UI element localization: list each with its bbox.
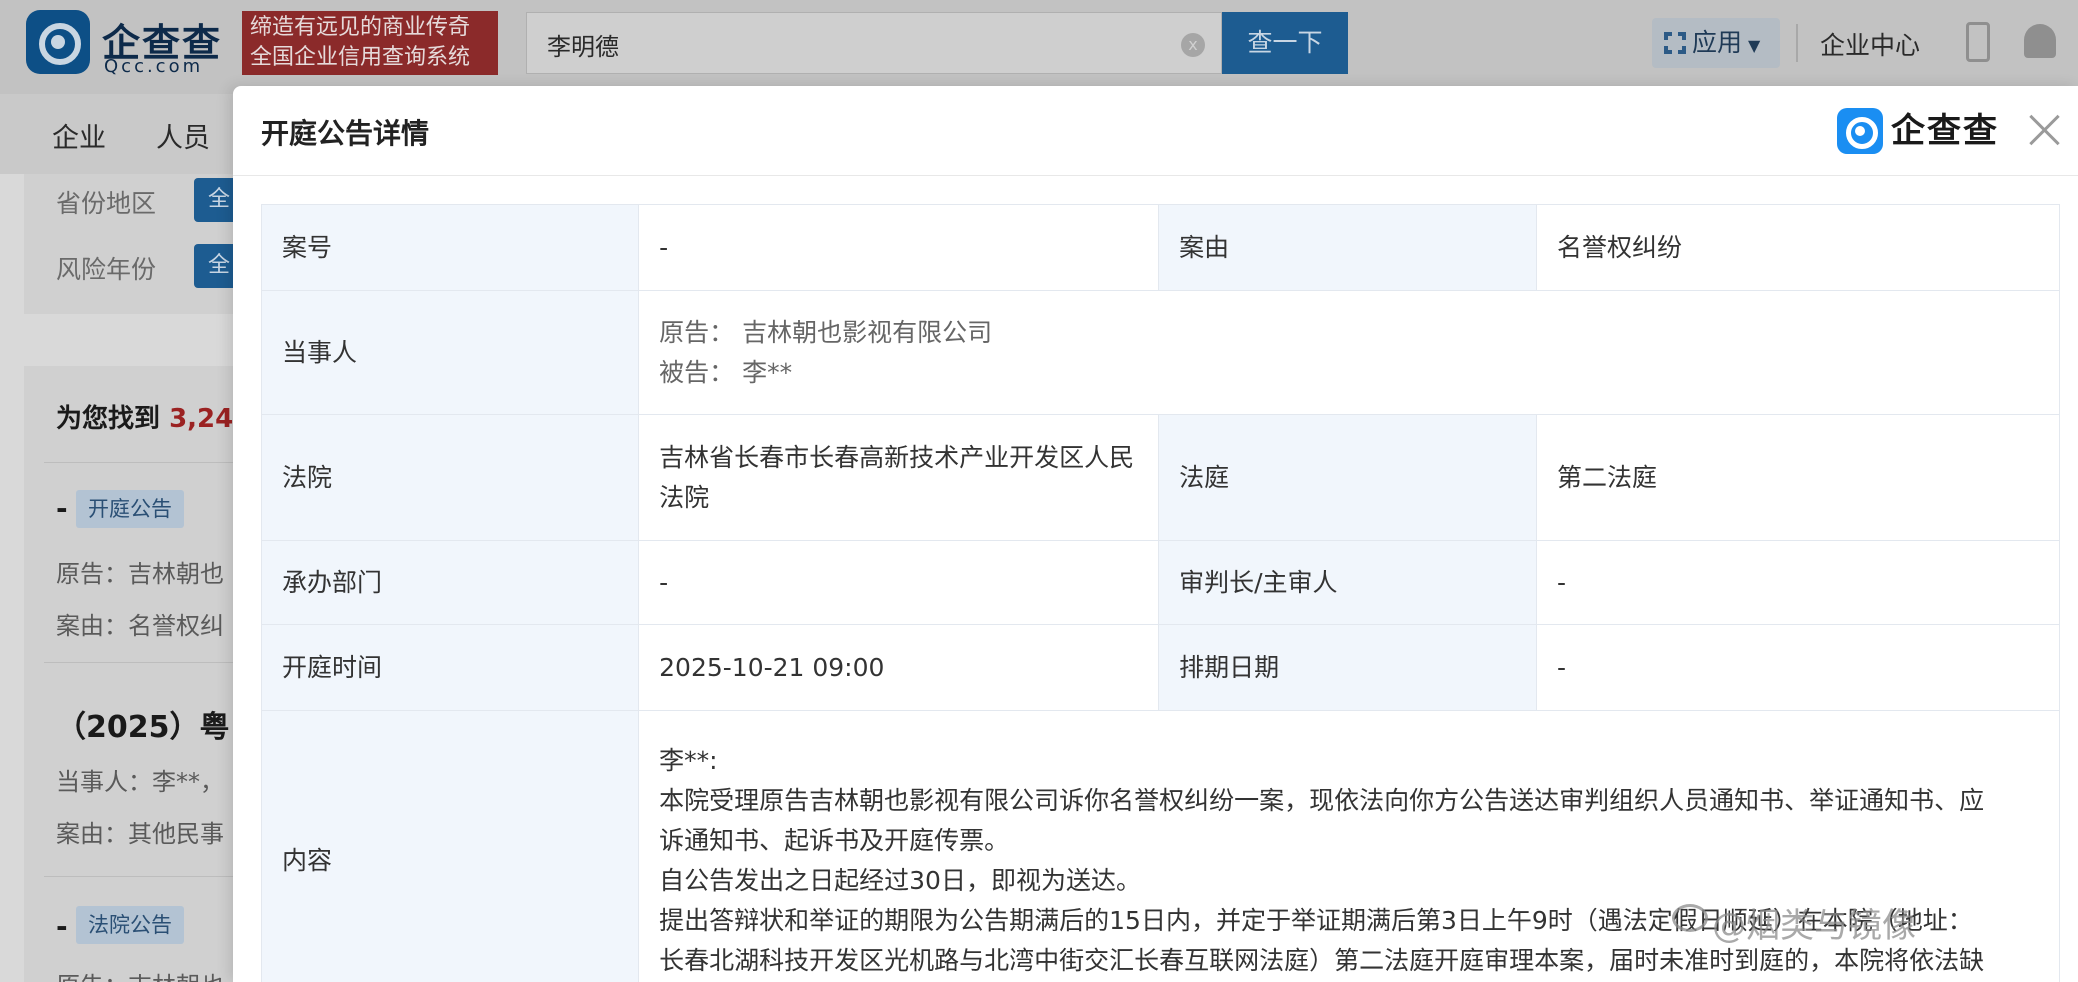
table-row: 法院 吉林省长春市长春高新技术产业开发区人民法院 法庭 第二法庭 bbox=[260, 414, 2060, 541]
modal-logo-text: 企查查 bbox=[1891, 111, 1999, 151]
nav-item-enterprise[interactable]: 企业 bbox=[52, 116, 106, 155]
parties-label: 当事人 bbox=[260, 290, 640, 415]
content-line: 李**: bbox=[659, 745, 718, 775]
court-value: 吉林省长春市长春高新技术产业开发区人民法院 bbox=[638, 414, 1160, 541]
results-divider bbox=[44, 662, 244, 663]
result-1-dash: - bbox=[56, 492, 68, 525]
result-3-dash: - bbox=[56, 910, 68, 943]
department-label: 承办部门 bbox=[260, 540, 640, 625]
detail-table: 案号 - 案由 名誉权纠纷 当事人 原告： 吉林朝也影视有限公司 被告： 李**… bbox=[260, 204, 2060, 982]
app-grid-icon bbox=[1664, 32, 1686, 54]
result-2-title[interactable]: （2025）粤 bbox=[56, 702, 230, 746]
courtroom-label: 法庭 bbox=[1158, 414, 1538, 541]
case-number-value: - bbox=[638, 204, 1160, 291]
table-row: 承办部门 - 审判长/主审人 - bbox=[260, 540, 2060, 625]
judge-label: 审判长/主审人 bbox=[1158, 540, 1538, 625]
results-divider bbox=[44, 876, 244, 877]
table-row: 案号 - 案由 名誉权纠纷 bbox=[260, 204, 2060, 291]
content-line: 自公告发出之日起经过30日，即视为送达。 bbox=[659, 865, 1141, 895]
mobile-phone-icon[interactable] bbox=[1966, 22, 1990, 62]
results-count: 为您找到 3,24 bbox=[56, 398, 233, 435]
app-menu-label: 应用 bbox=[1692, 28, 1743, 57]
app-menu-button[interactable]: 应用 ▼ bbox=[1652, 18, 1780, 68]
nav-item-people[interactable]: 人员 bbox=[156, 116, 210, 155]
department-value: - bbox=[638, 540, 1160, 625]
weibo-watermark-icon bbox=[1672, 904, 1708, 932]
cause-label: 案由 bbox=[1158, 204, 1538, 291]
hearing-time-label: 开庭时间 bbox=[260, 624, 640, 711]
judge-value: - bbox=[1536, 540, 2060, 625]
filter-label-year: 风险年份 bbox=[56, 255, 157, 284]
results-count-prefix: 为您找到 bbox=[56, 404, 161, 434]
table-row: 当事人 原告： 吉林朝也影视有限公司 被告： 李** bbox=[260, 290, 2060, 415]
result-2-cause: 案由：其他民事 bbox=[56, 820, 224, 848]
content-label: 内容 bbox=[260, 710, 640, 982]
logo-mark-icon bbox=[26, 10, 90, 74]
content-line: 本院受理原告吉林朝也影视有限公司诉你名誉权纠纷一案，现依法向你方公告送达审判组织… bbox=[659, 785, 1985, 815]
modal-logo-mark-icon bbox=[1837, 108, 1883, 154]
court-label: 法院 bbox=[260, 414, 640, 541]
schedule-date-value: - bbox=[1536, 624, 2060, 711]
results-count-number: 3,24 bbox=[169, 404, 234, 434]
slogan-line-1: 缔造有远见的商业传奇 bbox=[250, 15, 471, 40]
watermark: @烟类与镜像 bbox=[1712, 906, 1916, 946]
result-1-plaintiff: 原告：吉林朝也 bbox=[56, 560, 224, 588]
content-line: 诉通知书、起诉书及开庭传票。 bbox=[659, 825, 1010, 855]
site-logo[interactable]: 企查查 Qcc.com bbox=[26, 10, 240, 77]
result-1-cause: 案由：名誉权纠 bbox=[56, 612, 224, 640]
result-1-tag: 开庭公告 bbox=[76, 490, 184, 528]
defendant-line: 被告： 李** bbox=[659, 357, 793, 387]
header-divider bbox=[1796, 24, 1798, 62]
slogan-banner: 缔造有远见的商业传奇 全国企业信用查询系统 bbox=[242, 11, 498, 75]
close-icon[interactable] bbox=[2027, 112, 2063, 148]
result-3-tag: 法院公告 bbox=[76, 906, 184, 944]
result-3-plaintiff: 原告：吉林朝也 bbox=[56, 966, 224, 982]
top-header: 企查查 Qcc.com 缔造有远见的商业传奇 全国企业信用查询系统 x 查一下 … bbox=[0, 0, 2078, 94]
slogan-line-2: 全国企业信用查询系统 bbox=[250, 45, 471, 70]
schedule-date-label: 排期日期 bbox=[1158, 624, 1538, 711]
search-button[interactable]: 查一下 bbox=[1222, 12, 1348, 74]
caret-down-icon: ▼ bbox=[1748, 36, 1761, 55]
results-divider bbox=[44, 462, 244, 463]
modal-header: 开庭公告详情 企查查 bbox=[233, 86, 2078, 176]
hearing-time-value: 2025-10-21 09:00 bbox=[638, 624, 1160, 711]
parties-value: 原告： 吉林朝也影视有限公司 被告： 李** bbox=[638, 290, 2060, 415]
modal-title: 开庭公告详情 bbox=[261, 117, 430, 150]
case-number-label: 案号 bbox=[260, 204, 640, 291]
hearing-notice-modal: 开庭公告详情 企查查 案号 - 案由 名誉权纠纷 当事人 原告： 吉林朝也影视有… bbox=[233, 86, 2078, 982]
courtroom-value: 第二法庭 bbox=[1536, 414, 2060, 541]
table-row: 开庭时间 2025-10-21 09:00 排期日期 - bbox=[260, 624, 2060, 711]
filter-label-province: 省份地区 bbox=[56, 189, 157, 218]
search-input[interactable] bbox=[547, 27, 1147, 61]
logo-sub: Qcc.com bbox=[104, 56, 204, 77]
search-box: x bbox=[526, 12, 1222, 74]
enterprise-center-link[interactable]: 企业中心 bbox=[1820, 26, 1920, 62]
clear-search-icon[interactable]: x bbox=[1181, 33, 1205, 57]
notification-bell-icon[interactable] bbox=[2024, 24, 2056, 58]
results-panel bbox=[24, 366, 264, 982]
result-2-party: 当事人：李**， bbox=[56, 768, 224, 796]
cause-value: 名誉权纠纷 bbox=[1536, 204, 2060, 291]
plaintiff-line: 原告： 吉林朝也影视有限公司 bbox=[659, 317, 993, 347]
